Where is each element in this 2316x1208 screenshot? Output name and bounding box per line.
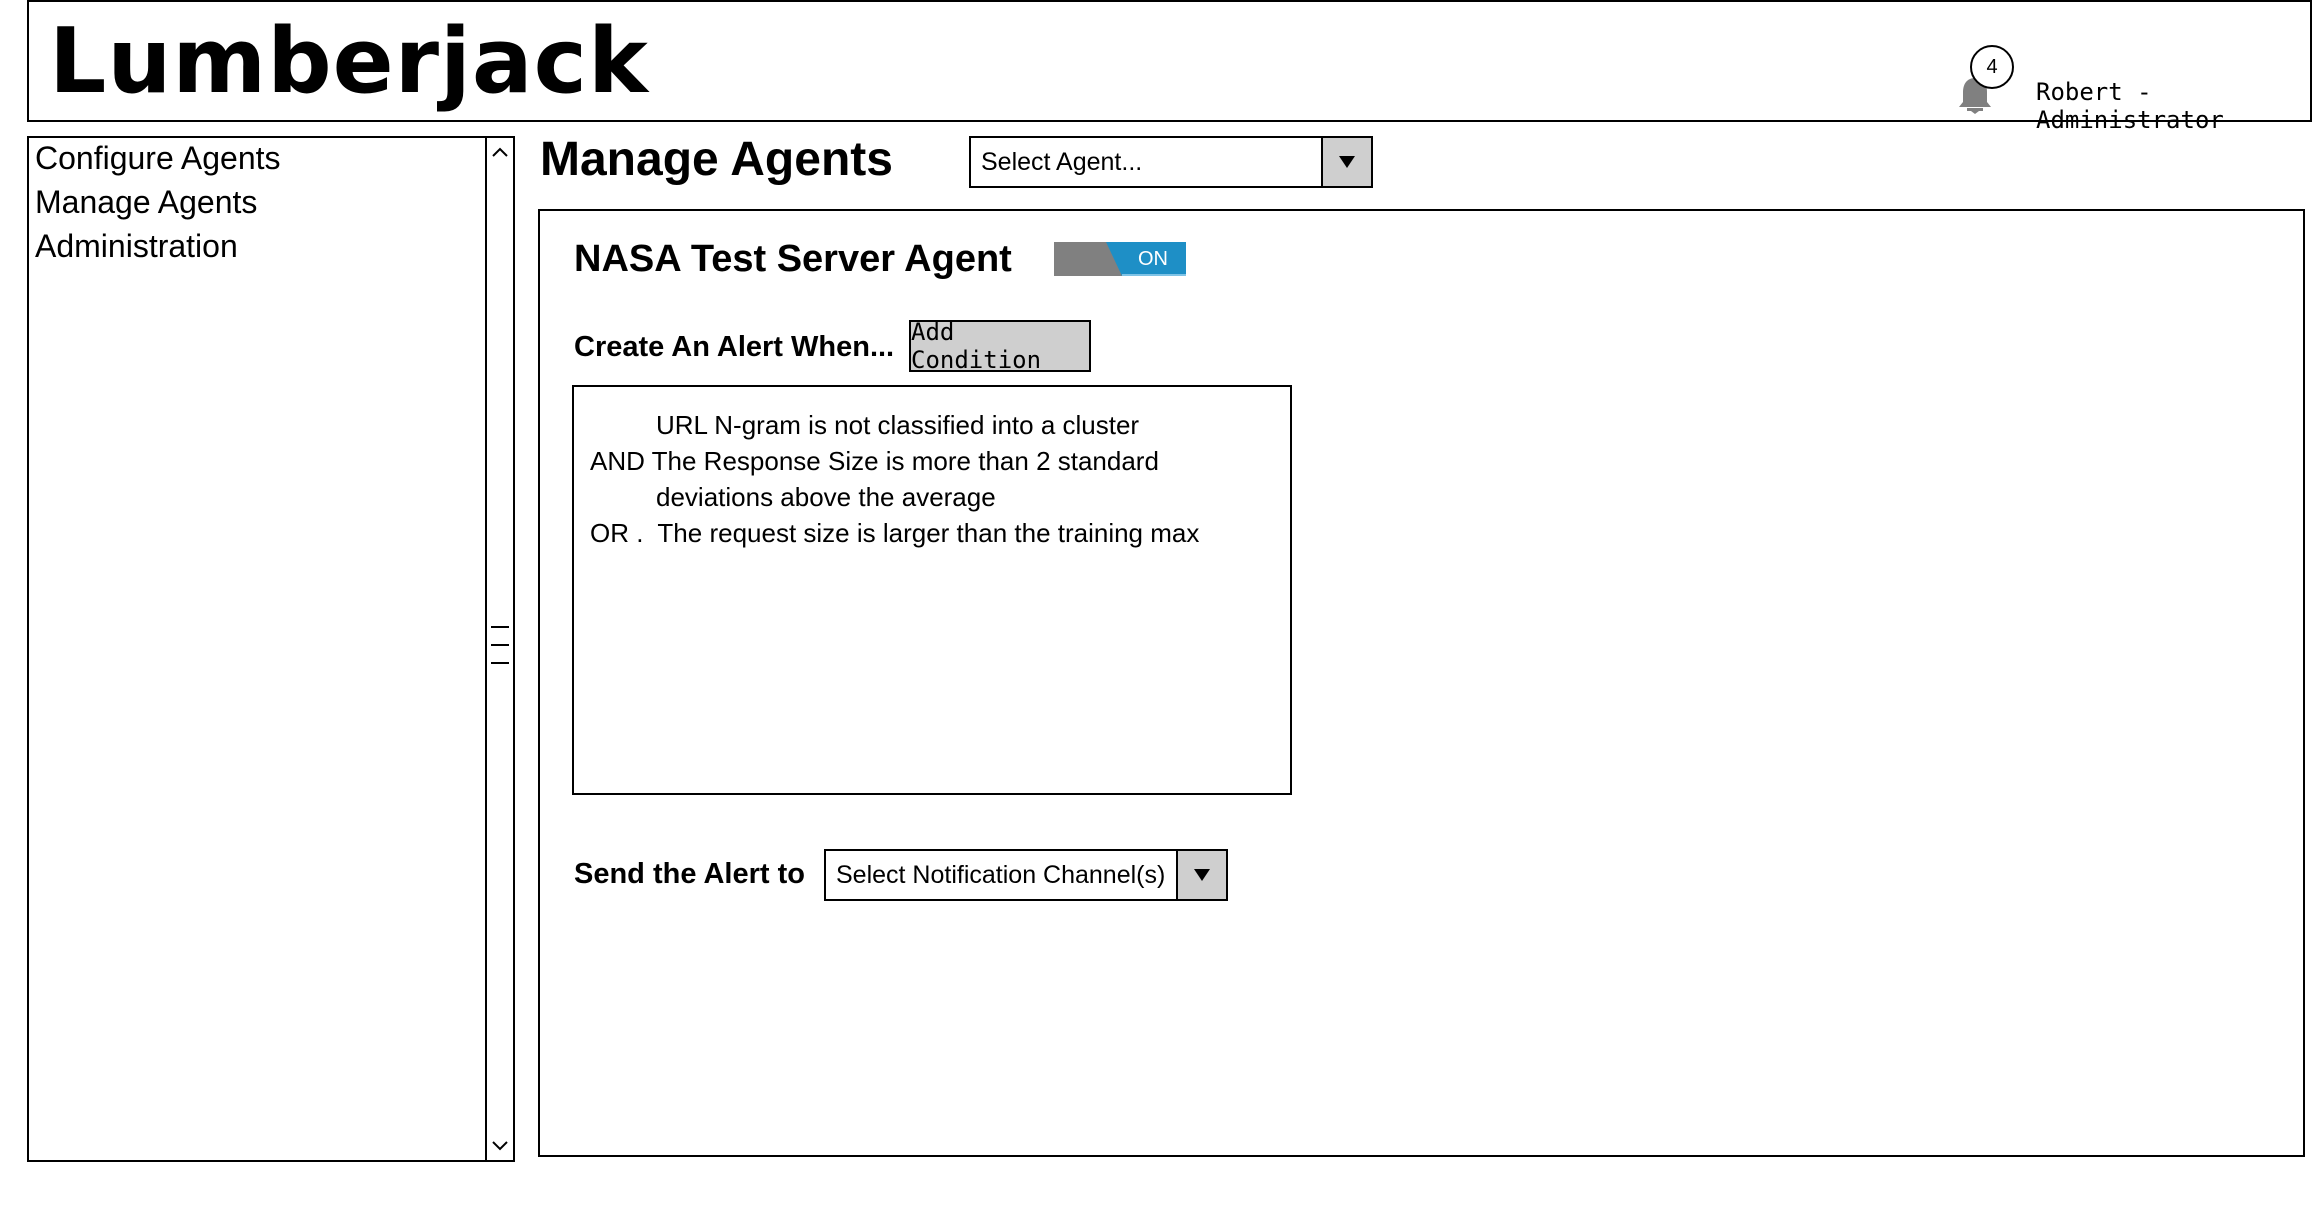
condition-line: URL N-gram is not classified into a clus…: [656, 410, 1140, 440]
sidebar-scrollbar[interactable]: [485, 138, 513, 1160]
scrollbar-grip-icon[interactable]: [491, 626, 509, 676]
agent-toggle[interactable]: ON: [1054, 242, 1186, 276]
notification-channel-select[interactable]: Select Notification Channel(s): [824, 849, 1228, 901]
conditions-box[interactable]: URL N-gram is not classified into a clus…: [572, 385, 1292, 795]
user-label[interactable]: Robert - Administrator: [2036, 78, 2310, 134]
sidebar: Configure Agents Manage Agents Administr…: [27, 136, 515, 1162]
sidebar-item-configure-agents[interactable]: Configure Agents: [35, 138, 281, 178]
app-header: Lumberjack 4 Robert - Administrator: [27, 0, 2312, 134]
app-title: Lumberjack: [49, 9, 649, 114]
agent-name: NASA Test Server Agent: [574, 238, 1012, 280]
toggle-label: ON: [1138, 248, 1168, 270]
sidebar-item-administration[interactable]: Administration: [35, 226, 238, 266]
page-title: Manage Agents: [540, 133, 893, 186]
condition-line: AND The Response Size is more than 2 sta…: [590, 446, 1159, 476]
chevron-down-icon[interactable]: [1321, 138, 1371, 186]
scroll-up-icon[interactable]: [487, 138, 513, 166]
channel-select-value: Select Notification Channel(s): [836, 861, 1166, 889]
agent-select-value: Select Agent...: [981, 148, 1143, 176]
agent-select[interactable]: Select Agent...: [969, 136, 1373, 188]
notification-badge[interactable]: 4: [1970, 45, 2014, 89]
add-condition-button[interactable]: Add Condition: [909, 318, 1091, 374]
condition-line: OR . The request size is larger than the…: [590, 518, 1200, 548]
condition-line: deviations above the average: [656, 482, 996, 512]
scroll-down-icon[interactable]: [487, 1132, 513, 1160]
alert-when-label: Create An Alert When...: [574, 331, 895, 363]
send-to-label: Send the Alert to: [574, 858, 805, 890]
chevron-down-icon[interactable]: [1176, 851, 1226, 899]
sidebar-item-manage-agents[interactable]: Manage Agents: [35, 182, 257, 222]
